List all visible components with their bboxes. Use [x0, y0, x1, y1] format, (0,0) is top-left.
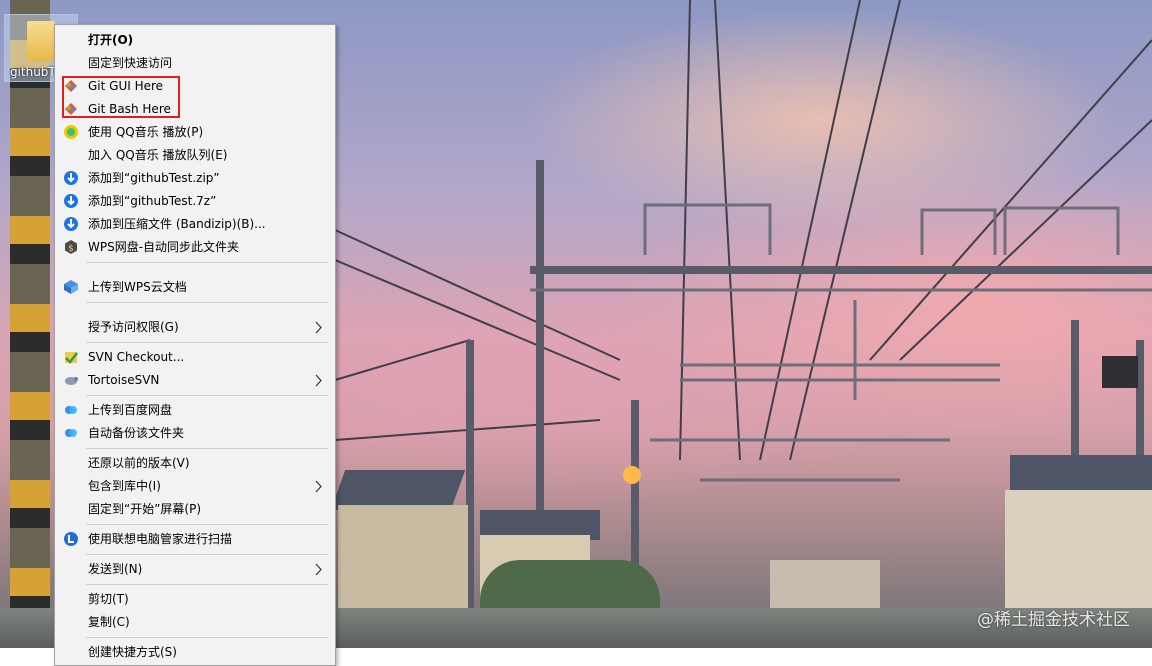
menu-item-restore-versions[interactable]: 还原以前的版本(V) [57, 452, 331, 475]
chevron-right-icon [315, 480, 322, 493]
menu-item-add-7z[interactable]: 添加到“githubTest.7z” [57, 190, 331, 213]
menu-separator [86, 554, 328, 555]
menu-item-svn-checkout[interactable]: SVN Checkout... [57, 346, 331, 369]
menu-item-pin-start[interactable]: 固定到“开始”屏幕(P) [57, 498, 331, 521]
menu-item-open[interactable]: 打开(O) [57, 29, 331, 52]
menu-item-label: 剪切(T) [88, 592, 129, 606]
menu-item-label: TortoiseSVN [88, 373, 160, 387]
context-menu[interactable]: 打开(O) 固定到快速访问 Git GUI Here Git Bash Here… [54, 24, 336, 666]
menu-item-label: 添加到“githubTest.7z” [88, 194, 217, 208]
menu-separator [86, 395, 328, 396]
menu-item-label: 固定到快速访问 [88, 56, 173, 70]
menu-item-wps-drive-sync[interactable]: $ WPS网盘-自动同步此文件夹 [57, 236, 331, 259]
menu-separator [86, 262, 328, 263]
menu-item-label: 打开(O) [88, 33, 134, 47]
menu-item-label: 自动备份该文件夹 [88, 426, 185, 440]
qq-music-icon [64, 125, 78, 139]
menu-item-label: 上传到百度网盘 [88, 403, 173, 417]
baidu-netdisk-icon [65, 429, 77, 437]
menu-item-label: 上传到WPS云文档 [88, 280, 187, 294]
menu-item-label: 复制(C) [88, 615, 130, 629]
menu-separator [86, 524, 328, 525]
menu-item-tortoisesvn[interactable]: TortoiseSVN [57, 369, 331, 392]
baidu-netdisk-icon [65, 406, 77, 414]
menu-item-label: 使用 QQ音乐 播放(P) [88, 125, 204, 139]
menu-item-auto-backup[interactable]: 自动备份该文件夹 [57, 422, 331, 445]
watermark: @稀土掘金技术社区 [977, 610, 1130, 630]
menu-item-label: SVN Checkout... [88, 350, 185, 364]
bandizip-icon [64, 217, 78, 231]
menu-item-label: 发送到(N) [88, 562, 143, 576]
menu-item-send-to[interactable]: 发送到(N) [57, 558, 331, 581]
menu-item-copy[interactable]: 复制(C) [57, 611, 331, 634]
menu-item-upload-baidu[interactable]: 上传到百度网盘 [57, 399, 331, 422]
menu-item-label: 还原以前的版本(V) [88, 456, 190, 470]
svg-text:$: $ [68, 244, 74, 254]
chevron-right-icon [315, 563, 322, 576]
lenovo-icon [64, 532, 78, 546]
chevron-right-icon [315, 321, 322, 334]
menu-separator [86, 302, 328, 303]
menu-separator [86, 342, 328, 343]
tortoisesvn-icon [65, 377, 78, 385]
menu-item-add-zip[interactable]: 添加到“githubTest.zip” [57, 167, 331, 190]
menu-separator [86, 584, 328, 585]
annotation-highlight-box [62, 76, 180, 118]
bandizip-icon [64, 171, 78, 185]
menu-item-create-shortcut[interactable]: 创建快捷方式(S) [57, 641, 331, 664]
menu-item-grant-access[interactable]: 授予访问权限(G) [57, 316, 331, 339]
menu-separator [86, 637, 328, 638]
menu-item-include-library[interactable]: 包含到库中(I) [57, 475, 331, 498]
menu-item-label: 授予访问权限(G) [88, 320, 179, 334]
menu-item-qq-music-play[interactable]: 使用 QQ音乐 播放(P) [57, 121, 331, 144]
menu-item-label: 添加到“githubTest.zip” [88, 171, 220, 185]
chevron-right-icon [315, 374, 322, 387]
menu-item-label: 包含到库中(I) [88, 479, 161, 493]
menu-item-add-archive-bandizip[interactable]: 添加到压缩文件 (Bandizip)(B)... [57, 213, 331, 236]
wps-cloud-icon [64, 280, 78, 294]
menu-item-cut[interactable]: 剪切(T) [57, 588, 331, 611]
wps-drive-icon: $ [65, 240, 77, 254]
menu-item-qq-music-queue[interactable]: 加入 QQ音乐 播放队列(E) [57, 144, 331, 167]
menu-item-pin-quick-access[interactable]: 固定到快速访问 [57, 52, 331, 75]
menu-item-label: 创建快捷方式(S) [88, 645, 177, 659]
bandizip-icon [64, 194, 78, 208]
menu-item-label: 使用联想电脑管家进行扫描 [88, 532, 233, 546]
menu-item-label: 加入 QQ音乐 播放队列(E) [88, 148, 228, 162]
menu-item-upload-wps-cloud[interactable]: 上传到WPS云文档 [57, 276, 331, 299]
menu-item-label: WPS网盘-自动同步此文件夹 [88, 240, 240, 254]
menu-item-lenovo-scan[interactable]: 使用联想电脑管家进行扫描 [57, 528, 331, 551]
menu-item-label: 固定到“开始”屏幕(P) [88, 502, 202, 516]
menu-separator [86, 448, 328, 449]
folder-icon [27, 21, 55, 61]
svn-checkout-icon [65, 352, 78, 364]
menu-item-label: 添加到压缩文件 (Bandizip)(B)... [88, 217, 266, 231]
